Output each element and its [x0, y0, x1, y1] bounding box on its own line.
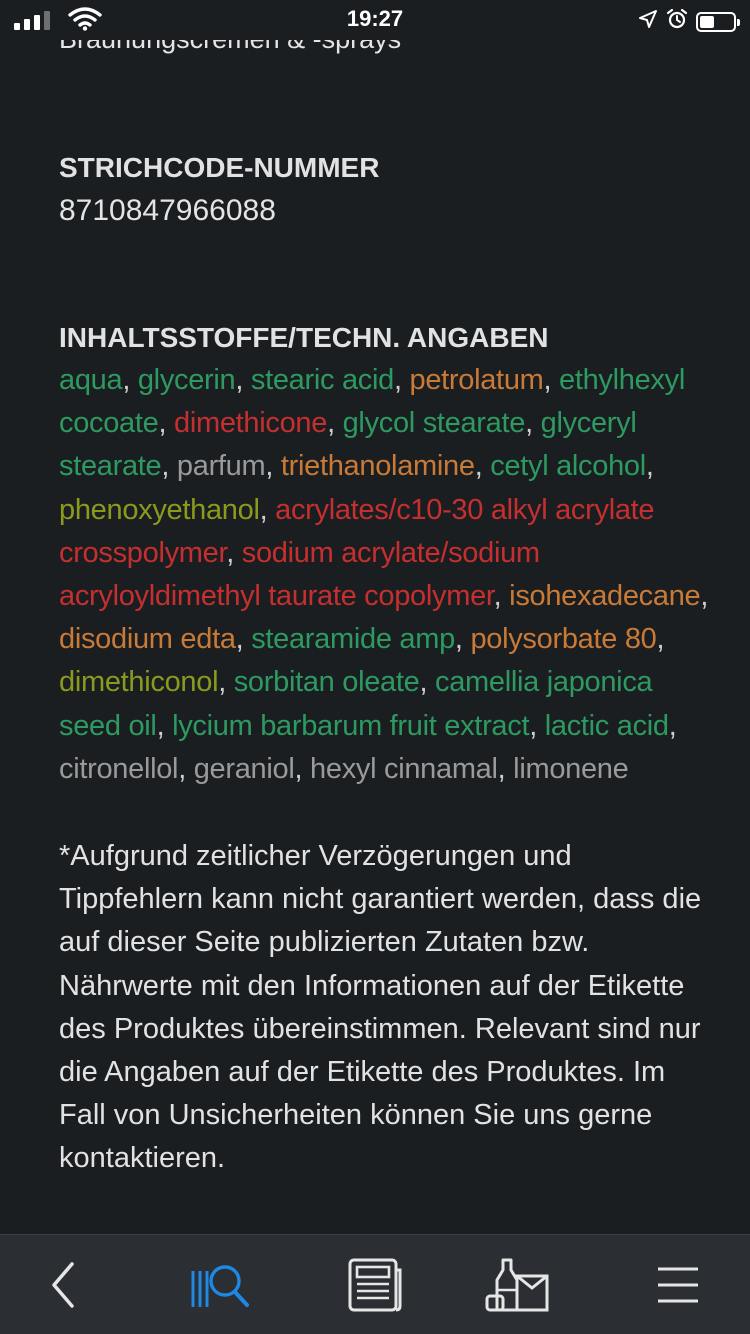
- alarm-icon: [666, 8, 688, 35]
- ingredient-separator: ,: [700, 580, 709, 613]
- ingredient-item[interactable]: aqua: [59, 364, 123, 396]
- barcode-section: STRICHCODE-NUMMER 8710847966088: [59, 146, 709, 232]
- ingredient-separator: ,: [393, 364, 410, 396]
- ingredient-separator: ,: [235, 364, 251, 396]
- ingredient-item[interactable]: triethanolamine: [281, 450, 475, 482]
- ingredient-item[interactable]: lactic acid: [545, 710, 669, 742]
- ingredient-separator: ,: [226, 536, 242, 569]
- ingredient-item[interactable]: parfum: [177, 450, 266, 482]
- ingredient-separator: ,: [156, 709, 173, 742]
- ingredient-item[interactable]: stearic acid: [251, 364, 394, 396]
- scan-search-icon: [187, 1257, 253, 1318]
- ingredient-separator: ,: [474, 450, 491, 483]
- ingredient-separator: ,: [454, 623, 471, 656]
- tab-products[interactable]: [485, 1258, 550, 1315]
- ingredient-separator: ,: [656, 623, 665, 656]
- ingredient-item[interactable]: phenoxyethanol: [59, 494, 260, 526]
- ingredient-item[interactable]: lycium barbarum fruit extract: [172, 710, 529, 742]
- tab-news[interactable]: [345, 1258, 405, 1315]
- ingredient-item[interactable]: petrolatum: [409, 364, 543, 396]
- ingredient-separator: ,: [543, 364, 560, 396]
- barcode-value: 8710847966088: [59, 194, 276, 227]
- ingredient-separator: ,: [259, 493, 276, 526]
- battery-level-fill: [700, 15, 714, 28]
- product-category-text: Bräunungscremen & -sprays: [59, 40, 709, 54]
- ingredient-separator: ,: [327, 407, 343, 440]
- ingredient-item[interactable]: stearamide amp: [251, 623, 455, 655]
- ingredient-item[interactable]: polysorbate 80: [470, 623, 656, 655]
- ingredient-separator: ,: [158, 407, 174, 440]
- barcode-heading: STRICHCODE-NUMMER: [59, 152, 380, 183]
- ingredient-separator: ,: [529, 709, 545, 742]
- newspaper-icon: [346, 1256, 404, 1319]
- ingredient-item[interactable]: glycol stearate: [343, 407, 526, 439]
- tab-scan-search[interactable]: [190, 1259, 250, 1315]
- chevron-left-icon: [44, 1260, 84, 1315]
- ingredient-item[interactable]: hexyl cinnamal: [310, 753, 498, 785]
- ingredient-item[interactable]: dimethicone: [174, 407, 327, 439]
- ingredients-section: INHALTSSTOFFE/TECHN. ANGABEN aqua, glyce…: [59, 316, 709, 791]
- bottom-tab-bar: [0, 1234, 750, 1334]
- ingredient-separator: ,: [122, 364, 138, 396]
- ingredient-item[interactable]: dimethiconol: [59, 666, 219, 698]
- ingredient-separator: ,: [525, 407, 541, 440]
- ingredient-separator: ,: [178, 752, 194, 785]
- tab-menu[interactable]: [648, 1259, 708, 1315]
- ingredient-separator: ,: [497, 752, 514, 785]
- ingredient-item[interactable]: sorbitan oleate: [234, 666, 420, 698]
- ingredient-separator: ,: [161, 450, 177, 483]
- ingredient-item[interactable]: limonene: [513, 753, 629, 785]
- status-bar: 19:27: [0, 0, 750, 40]
- ingredients-heading: INHALTSSTOFFE/TECHN. ANGABEN: [59, 322, 549, 353]
- back-button[interactable]: [34, 1259, 94, 1315]
- ingredient-item[interactable]: isohexadecane: [509, 580, 701, 612]
- ingredient-separator: ,: [294, 752, 311, 785]
- ingredient-separator: ,: [265, 450, 281, 483]
- ingredient-separator: ,: [668, 709, 677, 742]
- battery-icon: [696, 11, 740, 32]
- ingredient-item[interactable]: cetyl alcohol: [490, 450, 646, 482]
- ingredients-list: aqua, glycerin, stearic acid, petrolatum…: [59, 359, 709, 791]
- product-detail-content[interactable]: Bräunungscremen & -sprays STRICHCODE-NUM…: [59, 40, 709, 1234]
- ingredient-separator: ,: [645, 450, 654, 483]
- products-icon: [485, 1256, 555, 1319]
- ingredient-item[interactable]: glycerin: [138, 364, 236, 396]
- ingredient-separator: ,: [493, 580, 510, 613]
- ingredient-separator: ,: [218, 666, 234, 699]
- ingredient-separator: ,: [419, 666, 435, 699]
- ingredient-item[interactable]: geraniol: [194, 753, 295, 785]
- ingredient-separator: ,: [235, 623, 252, 656]
- menu-icon: [656, 1263, 700, 1312]
- ingredient-item[interactable]: disodium edta: [59, 623, 236, 655]
- ingredient-item[interactable]: citronellol: [59, 753, 179, 785]
- location-arrow-icon: [638, 9, 658, 34]
- disclaimer-text: *Aufgrund zeitlicher Verzögerungen und T…: [59, 840, 702, 1175]
